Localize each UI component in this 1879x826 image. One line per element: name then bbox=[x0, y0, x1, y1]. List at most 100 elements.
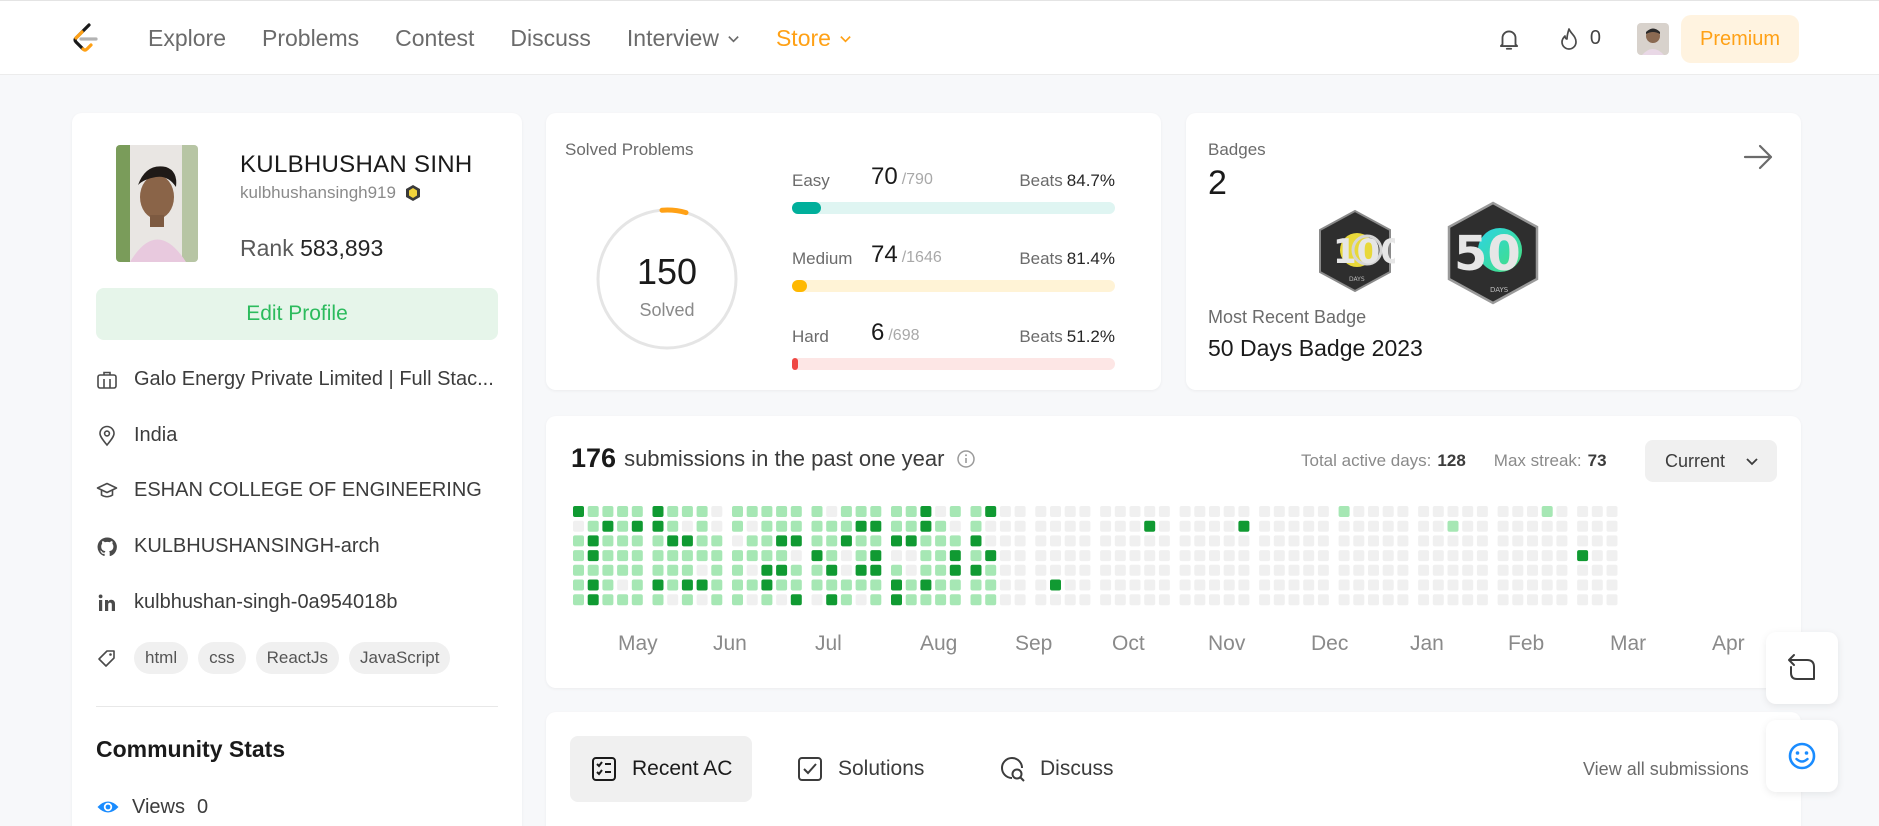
heatmap-cell bbox=[1338, 535, 1350, 547]
heatmap-cell bbox=[1035, 550, 1047, 562]
heatmap-cell bbox=[1418, 564, 1430, 576]
heatmap-cell bbox=[1462, 550, 1474, 562]
view-all-submissions-link[interactable]: View all submissions bbox=[1583, 759, 1749, 780]
bell-icon[interactable] bbox=[1496, 26, 1522, 52]
nav-problems[interactable]: Problems bbox=[262, 25, 359, 52]
heatmap-cell bbox=[1338, 579, 1350, 591]
edit-profile-button[interactable]: Edit Profile bbox=[96, 288, 498, 340]
beats-stat: Beats 81.4% bbox=[1019, 249, 1115, 269]
company-text: Galo Energy Private Limited | Full Stac.… bbox=[134, 368, 494, 390]
heatmap-cell bbox=[1418, 579, 1430, 591]
heatmap-cell bbox=[840, 594, 852, 606]
heatmap-cell bbox=[1577, 564, 1589, 576]
skill-tag[interactable]: JavaScript bbox=[349, 642, 451, 674]
briefcase-icon bbox=[97, 371, 117, 389]
linkedin-row[interactable]: kulbhushan-singh-0a954018b bbox=[96, 591, 398, 614]
tab-recent-ac[interactable]: Recent AC bbox=[570, 736, 753, 802]
difficulty-count: 74/1646 bbox=[871, 241, 942, 269]
heatmap-cell bbox=[985, 564, 997, 576]
heatmap-cell bbox=[1476, 550, 1488, 562]
heatmap-cell bbox=[1100, 506, 1112, 517]
heatmap-cell bbox=[1432, 550, 1444, 562]
heatmap-cell bbox=[587, 594, 599, 606]
arrow-right-icon[interactable] bbox=[1741, 140, 1775, 174]
heatmap-cell bbox=[1527, 579, 1538, 591]
month-label: Aug bbox=[920, 632, 958, 655]
heatmap-cell bbox=[573, 535, 584, 547]
nav-contest[interactable]: Contest bbox=[395, 25, 474, 52]
heatmap-cell bbox=[1079, 520, 1091, 532]
submission-heading-text: submissions in the past one year bbox=[624, 445, 945, 471]
heatmap-cell bbox=[840, 579, 852, 591]
heatmap-cell bbox=[870, 535, 882, 547]
heatmap-cell bbox=[1368, 506, 1379, 517]
profile-username: kulbhushansingh919 bbox=[240, 183, 422, 203]
premium-button[interactable]: Premium bbox=[1680, 14, 1799, 63]
heatmap-cell bbox=[1144, 520, 1156, 532]
solved-problems-card: Solved Problems 150 Solved Easy 70/790 B… bbox=[546, 113, 1161, 390]
switch-layout-button[interactable] bbox=[1766, 632, 1838, 704]
heatmap-cell bbox=[1577, 520, 1589, 532]
nav-interview[interactable]: Interview bbox=[627, 25, 740, 52]
heatmap-cell bbox=[826, 535, 838, 547]
skill-tag[interactable]: ReactJs bbox=[255, 642, 340, 674]
heatmap-cell bbox=[587, 550, 599, 562]
nav-explore[interactable]: Explore bbox=[148, 25, 226, 52]
skill-tag[interactable]: css bbox=[198, 642, 246, 674]
heatmap-cell bbox=[1050, 535, 1061, 547]
heatmap-cell bbox=[1050, 506, 1061, 517]
nav-discuss[interactable]: Discuss bbox=[510, 25, 591, 52]
nav-store[interactable]: Store bbox=[776, 25, 852, 52]
heatmap-cell bbox=[1591, 506, 1603, 517]
heatmap-cell bbox=[1064, 535, 1076, 547]
difficulty-label: Hard bbox=[792, 327, 829, 346]
heatmap-cell bbox=[602, 594, 614, 606]
month-label: Mar bbox=[1610, 632, 1647, 655]
heatmap-cell bbox=[790, 579, 802, 591]
heatmap-cell bbox=[949, 564, 961, 576]
heatmap-cell bbox=[696, 550, 708, 562]
skill-tag[interactable]: html bbox=[134, 642, 189, 674]
feedback-chat-button[interactable] bbox=[1766, 720, 1838, 792]
heatmap-cell bbox=[1512, 550, 1524, 562]
heatmap-cell bbox=[681, 564, 693, 576]
heatmap-cell bbox=[891, 550, 902, 562]
heatmap-cell bbox=[1527, 564, 1538, 576]
heatmap-cell bbox=[811, 564, 823, 576]
heatmap-cell bbox=[711, 579, 723, 591]
tab-solutions[interactable]: Solutions bbox=[776, 736, 944, 802]
active-days-label: Total active days: bbox=[1301, 451, 1432, 470]
github-row[interactable]: KULBHUSHANSINGH-arch bbox=[96, 535, 380, 558]
daily-streak[interactable]: 0 bbox=[1558, 27, 1601, 51]
heatmap-cell bbox=[999, 594, 1011, 606]
heatmap-cell bbox=[840, 535, 852, 547]
heatmap-cell bbox=[1223, 564, 1235, 576]
tab-discuss[interactable]: Discuss bbox=[978, 736, 1134, 802]
nav-avatar[interactable] bbox=[1636, 22, 1669, 55]
info-icon[interactable] bbox=[956, 449, 976, 469]
leetcode-logo[interactable] bbox=[68, 21, 104, 57]
badge-50-days-2023[interactable]: 50 DAYS bbox=[1444, 200, 1542, 306]
heatmap-cell bbox=[1591, 520, 1603, 532]
heatmap-cell bbox=[1209, 550, 1220, 562]
heatmap-cell bbox=[1179, 564, 1191, 576]
badge-100-days[interactable]: 100 DAYS bbox=[1315, 208, 1395, 294]
heatmap-cell bbox=[920, 564, 932, 576]
submissions-heading: 176 submissions in the past one year bbox=[571, 443, 976, 474]
heatmap-cell bbox=[1273, 594, 1285, 606]
heatmap-cell bbox=[1114, 520, 1126, 532]
eye-icon bbox=[97, 801, 119, 813]
month-label: Jul bbox=[815, 632, 842, 655]
heatmap-cell bbox=[1353, 550, 1365, 562]
heatmap-cell bbox=[970, 520, 982, 532]
heatmap-cell bbox=[587, 564, 599, 576]
year-select[interactable]: Current bbox=[1645, 440, 1777, 482]
recent-badge-name[interactable]: 50 Days Badge 2023 bbox=[1208, 335, 1423, 362]
heatmap-cell bbox=[1476, 579, 1488, 591]
heatmap-cell bbox=[1462, 535, 1474, 547]
beats-label: Beats bbox=[1019, 249, 1063, 268]
month-label: Apr bbox=[1712, 632, 1745, 655]
heatmap-cell bbox=[1100, 564, 1112, 576]
heatmap-cell bbox=[840, 550, 852, 562]
progress-bar bbox=[792, 280, 1115, 292]
